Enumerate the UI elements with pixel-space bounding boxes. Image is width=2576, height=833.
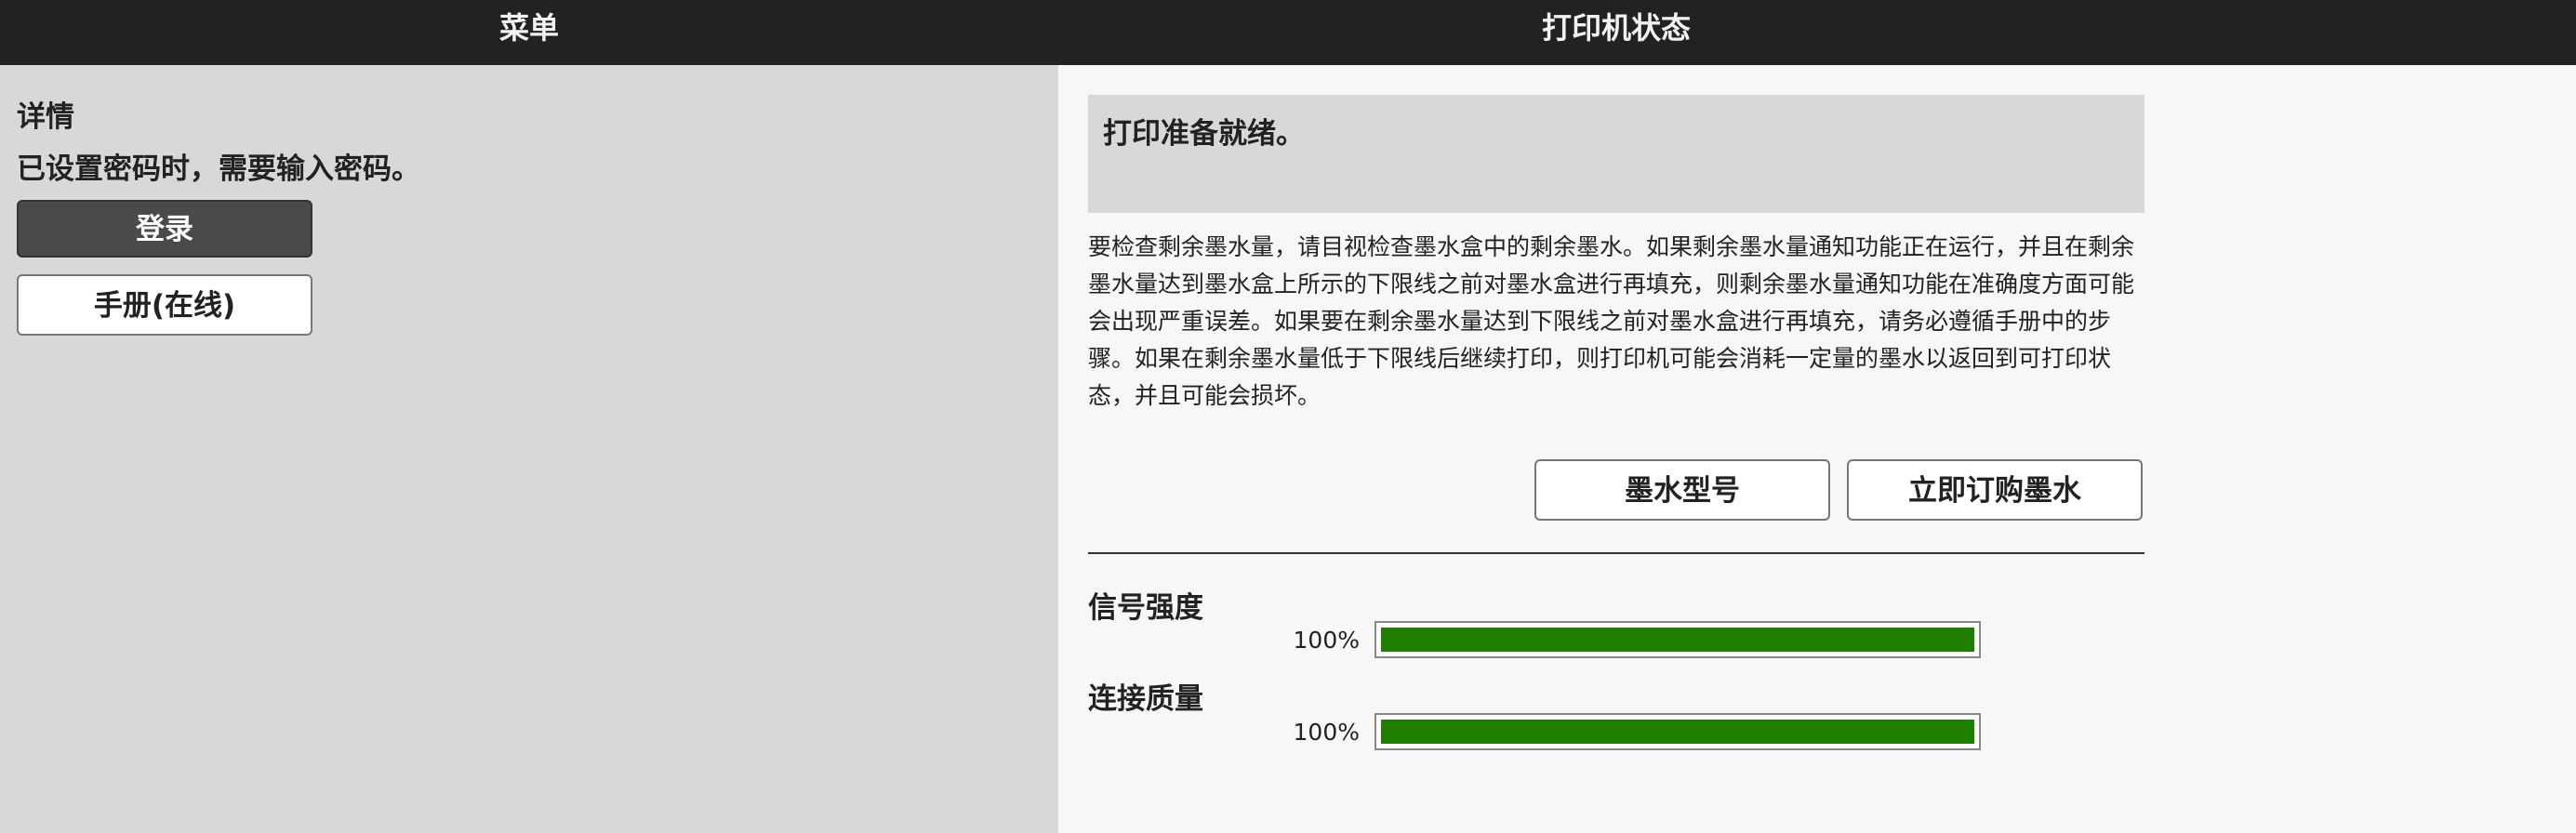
- menu-pane: 详情 已设置密码时，需要输入密码。 登录 手册(在线): [0, 65, 1058, 833]
- printer-web-ui: 菜单 打印机状态 详情 已设置密码时，需要输入密码。 登录 手册(在线) 打印准…: [0, 0, 2576, 833]
- details-heading: 详情: [17, 100, 74, 134]
- manual-online-button[interactable]: 手册(在线): [17, 274, 312, 336]
- signal-strength-label: 信号强度: [1088, 591, 1203, 625]
- status-message-box: 打印准备就绪。: [1088, 95, 2144, 213]
- ink-model-button[interactable]: 墨水型号: [1534, 459, 1830, 521]
- password-note: 已设置密码时，需要输入密码。: [17, 152, 420, 186]
- ink-info-text: 要检查剩余墨水量，请目视检查墨水盒中的剩余墨水。如果剩余墨水量通知功能正在运行，…: [1088, 233, 2135, 409]
- connection-quality-label: 连接质量: [1088, 682, 1203, 716]
- signal-strength-fill: [1381, 628, 1974, 652]
- top-header-bar: 菜单 打印机状态: [0, 0, 2576, 65]
- order-ink-button[interactable]: 立即订购墨水: [1847, 459, 2143, 521]
- printer-status-title: 打印机状态: [1541, 10, 1691, 46]
- signal-strength-bar: [1374, 621, 1981, 658]
- section-divider: [1088, 552, 2144, 554]
- signal-strength-percent: 100%: [1293, 627, 1360, 654]
- connection-quality-bar: [1374, 713, 1981, 750]
- status-pane: 打印准备就绪。 要检查剩余墨水量，请目视检查墨水盒中的剩余墨水。如果剩余墨水量通…: [1058, 65, 2576, 833]
- menu-title: 菜单: [498, 10, 559, 46]
- connection-quality-fill: [1381, 720, 1974, 744]
- connection-quality-percent: 100%: [1293, 719, 1360, 746]
- ready-message: 打印准备就绪。: [1103, 117, 1305, 151]
- login-button[interactable]: 登录: [17, 200, 312, 258]
